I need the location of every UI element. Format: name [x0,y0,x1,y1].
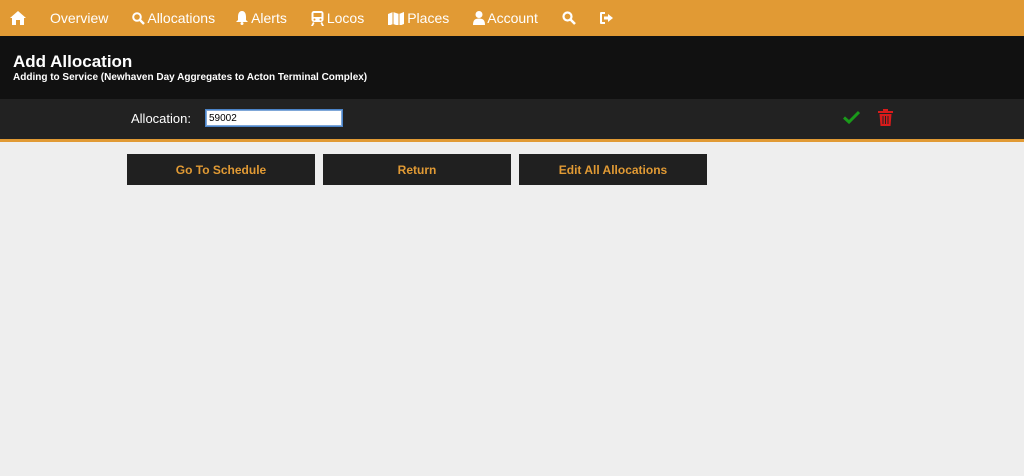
go-to-schedule-button[interactable]: Go To Schedule [127,154,315,185]
nav-places-label: Places [407,10,450,26]
nav-alerts[interactable]: Alerts [236,0,287,36]
trash-icon[interactable] [878,109,893,131]
nav-places[interactable]: Places [388,0,449,36]
nav-search[interactable] [562,0,576,36]
nav-home[interactable] [10,0,26,36]
nav-locos[interactable]: Locos [310,0,365,36]
nav-overview[interactable]: Overview [50,0,108,36]
sign-out-icon [599,12,614,24]
nav-account-label: Account [487,10,538,26]
nav-overview-label: Overview [50,10,109,26]
train-icon [310,10,324,26]
user-icon [473,11,486,25]
nav-locos-label: Locos [326,10,365,26]
home-icon [10,11,26,25]
edit-all-allocations-button[interactable]: Edit All Allocations [519,154,707,185]
page-subtitle: Adding to Service (Newhaven Day Aggregat… [13,72,368,83]
allocation-label: Allocation: [131,111,191,126]
nav-allocations-label: Allocations [147,10,216,26]
nav-account[interactable]: Account [473,0,538,36]
page-title: Add Allocation [13,52,133,71]
return-button[interactable]: Return [323,154,511,185]
page-header: Add Allocation Adding to Service (Newhav… [0,36,1024,99]
allocation-form-row: Allocation: [0,99,1024,142]
magnify-icon [132,11,146,25]
bell-icon [236,11,249,25]
nav-allocations[interactable]: Allocations [132,0,215,36]
search-icon [562,11,576,25]
nav-logout[interactable] [599,0,614,36]
map-icon [388,11,405,25]
top-navbar: Overview Allocations Alerts Locos Places… [0,0,1024,36]
allocation-input[interactable] [205,109,343,127]
confirm-icon[interactable] [842,110,861,129]
nav-alerts-label: Alerts [251,10,287,26]
